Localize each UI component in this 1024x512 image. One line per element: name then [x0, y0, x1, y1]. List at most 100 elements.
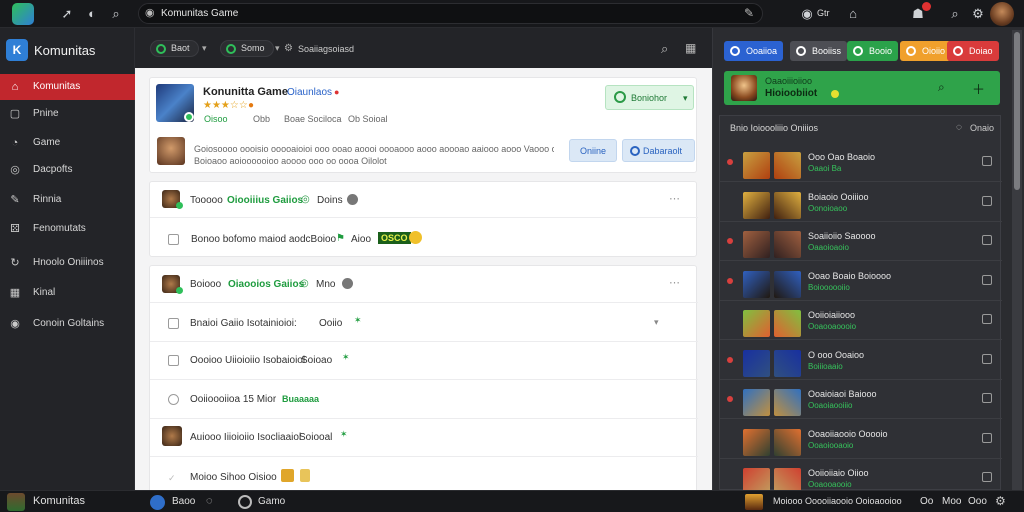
friend-game-cover[interactable] — [774, 270, 801, 298]
gamepad-icon[interactable] — [238, 495, 252, 509]
friend-checkbox[interactable] — [982, 353, 992, 364]
group-card[interactable]: Oaaoiiioiioo Hioioobiiot ⌕ ＋ — [724, 71, 1000, 105]
thread-user[interactable]: Tooooo — [190, 195, 223, 206]
refresh-icon[interactable]: ◌ — [956, 122, 962, 133]
friend-row[interactable]: Ooo Oao Boaoio Oaaoi Ba — [720, 142, 1002, 182]
friend-game-cover[interactable] — [774, 349, 801, 377]
address-bar[interactable]: ◉ Komunitas Game ✎ — [138, 3, 763, 24]
bottom-item-2[interactable]: Gamo — [258, 496, 285, 507]
friend-avatar[interactable] — [743, 191, 770, 219]
thread-group[interactable]: Oiooiiius Gaiios — [227, 195, 303, 206]
tab-3[interactable]: Booio — [847, 41, 899, 61]
add-icon[interactable]: ＋ — [972, 79, 985, 98]
back-icon[interactable]: ➚ — [59, 6, 75, 22]
search-icon[interactable]: ⌕ — [947, 6, 963, 22]
item-avatar[interactable] — [162, 426, 182, 446]
tab-1[interactable]: Ooaiioa — [724, 41, 784, 61]
scrollbar[interactable] — [1012, 30, 1022, 490]
friend-checkbox[interactable] — [982, 156, 992, 166]
sidebar-item-6[interactable]: ⚄ Fenomutats — [0, 216, 135, 242]
item-text[interactable]: Bonoo bofomo maiod aodcBoioo — [191, 234, 336, 245]
follow-button[interactable]: Boniohor ▾ — [605, 85, 694, 110]
sidebar-item-8[interactable]: ▦ Kinal — [0, 280, 135, 306]
chip-label[interactable]: Soaiiagsoiasd — [298, 44, 354, 54]
more-icon[interactable]: ⋯ — [669, 192, 680, 205]
item-text[interactable]: Oooioo Uiioioiio Isobaioiol — [190, 355, 305, 366]
item-text[interactable]: Moioo Sihoo Oisioo — [190, 472, 277, 483]
detail-button[interactable]: Dabaraolt — [622, 139, 695, 162]
chevron-down-icon[interactable]: ▾ — [202, 43, 207, 54]
friend-avatar[interactable] — [743, 389, 770, 416]
app-logo-icon[interactable] — [12, 3, 34, 25]
panel-action[interactable]: Onaio — [970, 123, 994, 133]
search-icon[interactable]: ⌕ — [938, 80, 945, 95]
user-avatar[interactable] — [990, 2, 1014, 26]
tab-4[interactable]: Oioiio — [900, 41, 952, 61]
user-avatar[interactable] — [7, 493, 25, 511]
reaction-icon[interactable]: ● — [248, 100, 254, 111]
friend-avatar[interactable] — [743, 270, 770, 298]
sidebar-item-5[interactable]: ✎ Rinnia — [0, 187, 135, 213]
sidebar-item-7[interactable]: ↻ Hnoolo Oniiinos — [0, 250, 135, 276]
chevron-down-icon[interactable]: ▾ — [275, 43, 280, 54]
scrollbar-thumb[interactable] — [1014, 32, 1020, 190]
tab-5[interactable]: Doiao — [947, 41, 999, 61]
thread-user[interactable]: Boiooo — [190, 279, 221, 290]
friend-checkbox[interactable] — [982, 195, 992, 206]
bottom-right-3[interactable]: Ooo — [968, 496, 987, 507]
chevron-down-icon[interactable]: ▾ — [654, 317, 659, 328]
friend-game-cover[interactable] — [774, 428, 801, 456]
friend-row[interactable]: Ooao Boaio Boioooo Boioooooiio — [720, 261, 1002, 301]
friend-avatar[interactable] — [743, 428, 770, 456]
house-icon[interactable]: ⌂ — [845, 6, 861, 22]
item-text[interactable]: Auiooo Iiioioiio Isocliaaiol — [190, 432, 301, 443]
friend-avatar[interactable] — [743, 310, 770, 337]
search-icon[interactable]: ⌕ — [108, 6, 124, 22]
friend-checkbox[interactable] — [982, 432, 992, 443]
friend-row[interactable]: Boiaoio Ooiiioo Oonoioaoo — [720, 182, 1002, 222]
friend-row[interactable]: Ooaoiiaooio Ooooio Ooaoiooaoio — [720, 419, 1002, 459]
friend-avatar[interactable] — [745, 494, 763, 510]
thread-group[interactable]: Oiaooios Gaiios — [228, 279, 304, 290]
post-title-link[interactable]: Oiaunlaos — [287, 87, 332, 98]
friend-game-cover[interactable] — [774, 231, 801, 258]
item-radio[interactable] — [168, 394, 179, 405]
item-checkbox[interactable] — [168, 234, 179, 245]
friend-game-cover[interactable] — [774, 310, 801, 337]
bottom-right-2[interactable]: Moo — [942, 496, 961, 507]
item-text[interactable]: Ooiioooiioa 15 Mior — [190, 394, 276, 405]
bottom-item-1[interactable]: Baoo — [172, 496, 195, 507]
friend-avatar[interactable] — [743, 349, 770, 377]
sidebar-item-3[interactable]: ◔ Game — [0, 130, 135, 156]
commenter-avatar[interactable] — [157, 137, 185, 165]
gear-icon[interactable]: ⚙ — [284, 43, 293, 54]
friend-game-cover[interactable] — [774, 152, 801, 179]
brush-icon[interactable]: ✎ — [744, 6, 754, 20]
globe-icon[interactable] — [150, 495, 165, 510]
more-icon[interactable]: ⋯ — [669, 276, 680, 289]
online-button[interactable]: Oniine — [569, 139, 617, 162]
friend-avatar[interactable] — [743, 152, 770, 179]
friend-checkbox[interactable] — [982, 235, 992, 245]
search-icon[interactable]: ⌕ — [661, 41, 668, 57]
sidebar-item-2[interactable]: ▢ Pnine — [0, 101, 135, 127]
item-checkbox[interactable] — [168, 355, 179, 366]
friend-avatar[interactable] — [743, 231, 770, 258]
filter-chip-somo[interactable]: Somo — [220, 40, 274, 57]
settings-icon[interactable]: ⚙ — [995, 494, 1006, 508]
friend-row[interactable]: Ooiioiaiiooo Ooaooaoooio — [720, 300, 1002, 340]
friend-checkbox[interactable] — [982, 393, 992, 403]
grid-icon[interactable]: ▦ — [685, 41, 696, 55]
sidebar-item-9[interactable]: ◉ Conoin Goltains — [0, 311, 135, 337]
sidebar-item-1[interactable]: ⌂ Komunitas — [0, 74, 135, 100]
settings-icon[interactable]: ⚙ — [970, 6, 986, 22]
friend-row[interactable]: Soaiioiio Saoooo Oaaoioaoio — [720, 221, 1002, 261]
item-checkbox[interactable] — [168, 318, 179, 329]
item-text[interactable]: Bnaioi Gaiio Isotainioioi: — [190, 318, 297, 329]
friend-checkbox[interactable] — [982, 314, 992, 324]
friend-row[interactable]: O ooo Ooaioo Boiiioaaio — [720, 340, 1002, 380]
friend-checkbox[interactable] — [982, 472, 992, 482]
controller-icon[interactable]: ◉ — [799, 6, 815, 22]
filter-chip-baot[interactable]: Baot — [150, 40, 199, 57]
friend-row[interactable]: Ooaioiaoi Baiooo Ooaoiaooiiio — [720, 379, 1002, 419]
